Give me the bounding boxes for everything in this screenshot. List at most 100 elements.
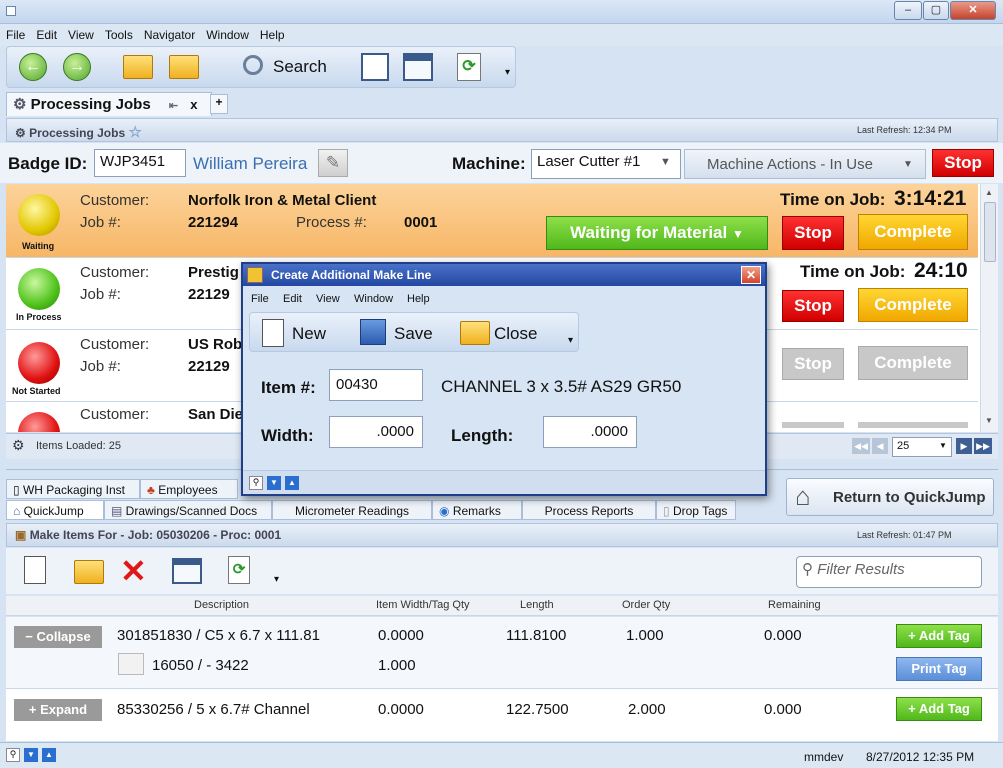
open-folder-icon[interactable]: [123, 55, 153, 79]
next-page-icon[interactable]: ▶: [956, 438, 972, 454]
scroll-down-icon[interactable]: ▼: [985, 416, 993, 425]
layout-icon[interactable]: [361, 53, 389, 81]
toolbar-overflow-icon[interactable]: ▾: [505, 67, 510, 78]
tab-micrometer[interactable]: Micrometer Readings: [272, 500, 432, 520]
save-button[interactable]: Save: [358, 317, 440, 349]
back-arrow-icon[interactable]: ←: [19, 53, 47, 81]
expand-button[interactable]: + Expand: [14, 699, 102, 721]
dialog-menu-edit[interactable]: Edit: [283, 293, 302, 305]
stop-button[interactable]: Stop: [782, 290, 844, 322]
page-size-select[interactable]: 25 ▼: [892, 437, 952, 457]
open-folder-icon[interactable]: [74, 560, 104, 584]
gear-icon[interactable]: ⚙: [12, 437, 25, 454]
new-document-icon[interactable]: [24, 556, 46, 584]
scroll-up-icon[interactable]: ▲: [985, 188, 993, 197]
tab-wh-packaging[interactable]: ▯ WH Packaging Inst: [6, 479, 140, 499]
tab-drawings[interactable]: ▤ Drawings/Scanned Docs: [104, 500, 272, 520]
pencil-icon[interactable]: ✎: [318, 149, 348, 177]
tab-drop-tags[interactable]: ▯ Drop Tags: [656, 500, 736, 520]
collapse-button[interactable]: − Collapse: [14, 626, 102, 648]
col-remaining[interactable]: Remaining: [768, 599, 821, 611]
prev-page-icon[interactable]: ◀: [872, 438, 888, 454]
complete-button: [858, 422, 968, 428]
toolbar-overflow-icon[interactable]: ▾: [568, 335, 573, 346]
table-row[interactable]: + Expand 85330256 / 5 x 6.7# Channel 0.0…: [6, 693, 998, 727]
scroll-thumb[interactable]: [984, 202, 996, 262]
tab-processing-jobs[interactable]: ⚙ Processing Jobs ⇤ x: [6, 92, 212, 116]
machine-actions-dropdown[interactable]: Machine Actions - In Use ▼: [684, 149, 926, 179]
col-length[interactable]: Length: [520, 599, 554, 611]
stop-button[interactable]: Stop: [782, 216, 844, 250]
return-to-quickjump-button[interactable]: ⌂ Return to QuickJump: [786, 478, 994, 516]
tab-process-reports[interactable]: Process Reports: [522, 500, 656, 520]
search-icon[interactable]: ⚲: [249, 476, 263, 490]
last-page-icon[interactable]: ▶▶: [974, 438, 992, 454]
complete-button[interactable]: Complete: [858, 214, 968, 250]
machine-stop-button[interactable]: Stop: [932, 149, 994, 177]
delete-x-icon[interactable]: ✕: [120, 552, 147, 590]
job-row[interactable]: Waiting Customer: Norfolk Iron & Metal C…: [6, 184, 978, 258]
scroll-down-icon[interactable]: ▼: [24, 748, 38, 762]
row-remaining: 0.000: [764, 701, 802, 718]
close-button[interactable]: ✕: [950, 1, 996, 20]
add-tag-button[interactable]: + Add Tag: [896, 624, 982, 648]
col-description[interactable]: Description: [194, 599, 249, 611]
chevron-down-icon: ▼: [660, 156, 671, 168]
menu-window[interactable]: Window: [200, 24, 254, 42]
dialog-menu-help[interactable]: Help: [407, 293, 430, 305]
waiting-for-material-button[interactable]: Waiting for Material ▼: [546, 216, 768, 250]
toolbar-overflow-icon[interactable]: ▾: [274, 574, 279, 585]
add-tab-button[interactable]: +: [210, 94, 228, 114]
col-item-width[interactable]: Item Width/Tag Qty: [376, 599, 470, 611]
window-icon[interactable]: [172, 558, 202, 584]
menu-edit[interactable]: Edit: [30, 24, 62, 42]
scroll-up-icon[interactable]: ▲: [42, 748, 56, 762]
window-icon[interactable]: [403, 53, 433, 81]
employees-icon: ♣: [147, 483, 159, 497]
dialog-close-button[interactable]: ✕: [741, 266, 761, 284]
pin-icon[interactable]: ⇤: [169, 100, 178, 112]
folder-icon[interactable]: [169, 55, 199, 79]
close-button[interactable]: Close: [460, 317, 550, 349]
refresh-icon[interactable]: ⟳: [457, 53, 481, 81]
dialog-menu-file[interactable]: File: [251, 293, 269, 305]
print-tag-button[interactable]: Print Tag: [896, 657, 982, 681]
complete-button[interactable]: Complete: [858, 288, 968, 322]
table-row[interactable]: − Collapse 301851830 / C5 x 6.7 x 111.81…: [6, 617, 998, 689]
badge-id-input[interactable]: WJP3451: [94, 149, 186, 177]
process-number: 0001: [404, 214, 438, 231]
dialog-menu-view[interactable]: View: [316, 293, 340, 305]
search-button[interactable]: Search: [235, 53, 335, 83]
forward-arrow-icon[interactable]: →: [63, 53, 91, 81]
menu-file[interactable]: File: [0, 24, 30, 42]
col-order-qty[interactable]: Order Qty: [622, 599, 670, 611]
tab-remarks[interactable]: ◉ Remarks: [432, 500, 522, 520]
menu-help[interactable]: Help: [254, 24, 290, 42]
length-input[interactable]: .0000: [543, 416, 637, 448]
tab-employees[interactable]: ♣ Employees: [140, 479, 238, 499]
refresh-icon[interactable]: ⟳: [228, 556, 250, 584]
tab-quickjump[interactable]: ⌂ QuickJump: [6, 500, 104, 520]
add-tag-button[interactable]: + Add Tag: [896, 697, 982, 721]
menu-view[interactable]: View: [62, 24, 99, 42]
tab-close-icon[interactable]: x: [190, 97, 197, 112]
minimize-button[interactable]: ‒: [894, 1, 922, 20]
menu-navigator[interactable]: Navigator: [138, 24, 200, 42]
favorite-star-icon[interactable]: ☆: [129, 124, 142, 141]
width-input[interactable]: .0000: [329, 416, 423, 448]
search-icon[interactable]: ⚲: [6, 748, 20, 762]
job-list-scrollbar[interactable]: ▲ ▼: [980, 184, 998, 432]
time-on-job: 24:10: [914, 259, 968, 282]
scroll-up-icon[interactable]: ▲: [285, 476, 299, 490]
item-number-input[interactable]: 00430: [329, 369, 423, 401]
menu-tools[interactable]: Tools: [99, 24, 138, 42]
dialog-menu-window[interactable]: Window: [354, 293, 393, 305]
new-button[interactable]: New: [258, 317, 340, 349]
machine-select[interactable]: Laser Cutter #1 ▼: [531, 149, 681, 179]
maximize-button[interactable]: ▢: [923, 1, 949, 20]
filter-results-input[interactable]: ⚲ Filter Results: [796, 556, 982, 588]
customer-name: US Rob: [188, 336, 243, 353]
first-page-icon[interactable]: ◀◀: [852, 438, 870, 454]
scroll-down-icon[interactable]: ▼: [267, 476, 281, 490]
return-label: Return to QuickJump: [833, 489, 986, 506]
